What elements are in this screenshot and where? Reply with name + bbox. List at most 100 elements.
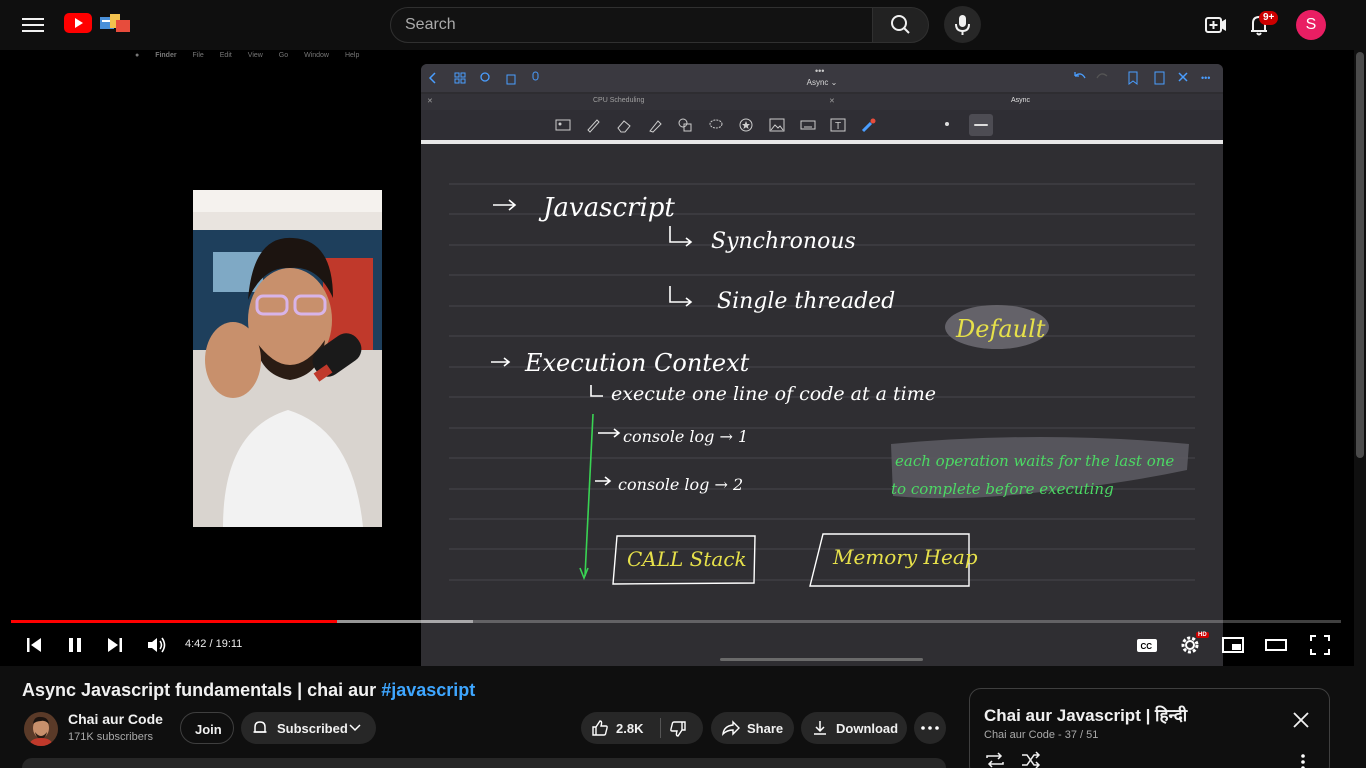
more-dots-icon[interactable]: •••	[815, 66, 824, 76]
chevron-down-icon	[349, 724, 361, 732]
close-icon[interactable]	[1290, 709, 1312, 731]
create-video-icon	[1205, 17, 1226, 33]
tab-close-icon[interactable]: ✕	[829, 97, 835, 105]
playlist-channel[interactable]: Chai aur Code	[984, 729, 1055, 741]
note-box-memory-heap: Memory Heap	[832, 545, 978, 569]
svg-text:T: T	[835, 121, 841, 132]
download-icon	[814, 721, 826, 735]
create-button[interactable]	[1195, 5, 1235, 45]
download-label: Download	[836, 721, 899, 736]
menu-icon[interactable]	[22, 15, 44, 35]
next-icon[interactable]	[100, 630, 130, 660]
stroke-size-selected[interactable]	[969, 114, 993, 136]
search-icon	[891, 15, 910, 34]
playlist-panel: Chai aur Javascript | हिन्दी Chai aur Co…	[969, 688, 1330, 768]
text-tool-icon[interactable]: T	[830, 117, 846, 133]
miniplayer-icon[interactable]	[1218, 630, 1248, 660]
note-line: console log → 2	[618, 475, 743, 494]
keyboard-icon[interactable]	[800, 117, 816, 133]
time-display: 4:42 / 19:11	[185, 638, 243, 650]
highlighter-icon[interactable]	[647, 117, 663, 133]
subscriber-count: 171K subscribers	[68, 731, 153, 743]
channel-name[interactable]: Chai aur Code	[68, 711, 163, 727]
eraser-icon[interactable]	[616, 117, 632, 133]
subscribed-label: Subscribed	[277, 721, 348, 736]
video-player[interactable]: ● Finder File Edit View Go Window Help •…	[0, 50, 1354, 666]
laser-pointer-icon[interactable]	[861, 117, 877, 133]
lasso-icon[interactable]	[708, 117, 724, 133]
note-highlight-green: to complete before executing	[891, 480, 1114, 498]
fullscreen-icon[interactable]	[1305, 630, 1335, 660]
channel-avatar[interactable]	[24, 712, 58, 746]
hashtag-link[interactable]: #javascript	[381, 680, 475, 700]
notifications-badge: 9+	[1259, 11, 1279, 25]
played-bar	[11, 620, 338, 623]
more-horizontal-icon	[921, 726, 939, 730]
shapes-icon[interactable]	[677, 117, 693, 133]
tab-cpu-scheduling[interactable]: CPU Scheduling	[593, 97, 644, 104]
notes-tab-bar: ✕ CPU Scheduling ✕ Async	[421, 94, 1223, 110]
photo-icon[interactable]	[769, 117, 785, 133]
volume-icon[interactable]	[142, 630, 172, 660]
previous-icon[interactable]	[19, 630, 49, 660]
captions-icon[interactable]: CC	[1132, 630, 1162, 660]
stroke-dot-thin[interactable]	[945, 122, 949, 126]
share-button[interactable]: Share	[711, 712, 794, 744]
note-line: execute one line of code at a time	[611, 383, 936, 405]
note-line: console log → 1	[623, 427, 748, 446]
progress-bar[interactable]	[11, 620, 1341, 623]
download-button[interactable]: Download	[801, 712, 907, 744]
presenter-webcam	[193, 190, 382, 527]
join-button[interactable]: Join	[180, 712, 234, 744]
voice-search-button[interactable]	[944, 6, 981, 43]
note-highlight-green: each operation waits for the last one	[895, 452, 1174, 470]
bell-icon	[253, 721, 267, 733]
playlist-position: 37 / 51	[1064, 729, 1099, 741]
more-vertical-icon[interactable]	[1300, 753, 1306, 768]
video-title: Async Javascript fundamentals | chai aur…	[22, 680, 476, 700]
image-tool-icon[interactable]	[555, 117, 571, 133]
like-dislike-group: 2.8K	[581, 712, 703, 744]
note-line: Synchronous	[711, 229, 856, 254]
mac-menu-item: Help	[344, 52, 360, 59]
account-avatar[interactable]: S	[1296, 10, 1326, 40]
hd-badge: HD	[1196, 632, 1209, 638]
sticker-icon[interactable]	[738, 117, 754, 133]
search-input[interactable]	[391, 8, 872, 42]
loop-icon[interactable]	[984, 751, 1006, 768]
svg-text:CC: CC	[1141, 642, 1153, 651]
more-actions-button[interactable]	[914, 712, 946, 744]
search-button[interactable]	[872, 7, 929, 43]
theater-mode-icon[interactable]	[1261, 630, 1291, 660]
note-line: Javascript	[538, 193, 675, 223]
like-icon[interactable]	[591, 719, 609, 737]
like-count[interactable]: 2.8K	[616, 721, 643, 736]
playlist-info: Chai aur Code - 37 / 51	[984, 729, 1099, 741]
mac-menu-bar: ● Finder File Edit View Go Window Help	[135, 52, 1235, 64]
pause-icon[interactable]	[60, 630, 90, 660]
search-box	[390, 7, 873, 43]
notes-doc-title: Async ⌄	[806, 78, 838, 87]
youtube-logo[interactable]	[64, 13, 92, 33]
join-label: Join	[195, 722, 222, 737]
tab-close-icon[interactable]: ✕	[427, 97, 433, 105]
doodle-logo[interactable]	[98, 12, 134, 36]
subscribed-button[interactable]: Subscribed	[241, 712, 376, 744]
share-icon	[722, 720, 740, 736]
share-label: Share	[747, 721, 784, 736]
dislike-icon[interactable]	[669, 720, 687, 738]
apple-icon: ●	[135, 52, 140, 59]
note-canvas[interactable]: Javascript Synchronous Single threaded D…	[421, 144, 1223, 666]
description-box[interactable]	[22, 758, 946, 768]
tab-async[interactable]: Async	[1011, 97, 1030, 104]
page-scrollbar[interactable]	[1356, 52, 1364, 458]
microphone-icon	[955, 15, 970, 35]
mac-menu-item: Edit	[219, 52, 232, 59]
grid-icon[interactable]	[454, 72, 460, 78]
note-box-call-stack: CALL Stack	[627, 547, 747, 571]
mac-menu-item: Finder	[155, 52, 177, 59]
shuffle-icon[interactable]	[1020, 751, 1042, 768]
pen-icon[interactable]	[585, 117, 601, 133]
playlist-title[interactable]: Chai aur Javascript | हिन्दी	[984, 703, 1187, 726]
note-highlight-default: Default	[955, 315, 1046, 343]
